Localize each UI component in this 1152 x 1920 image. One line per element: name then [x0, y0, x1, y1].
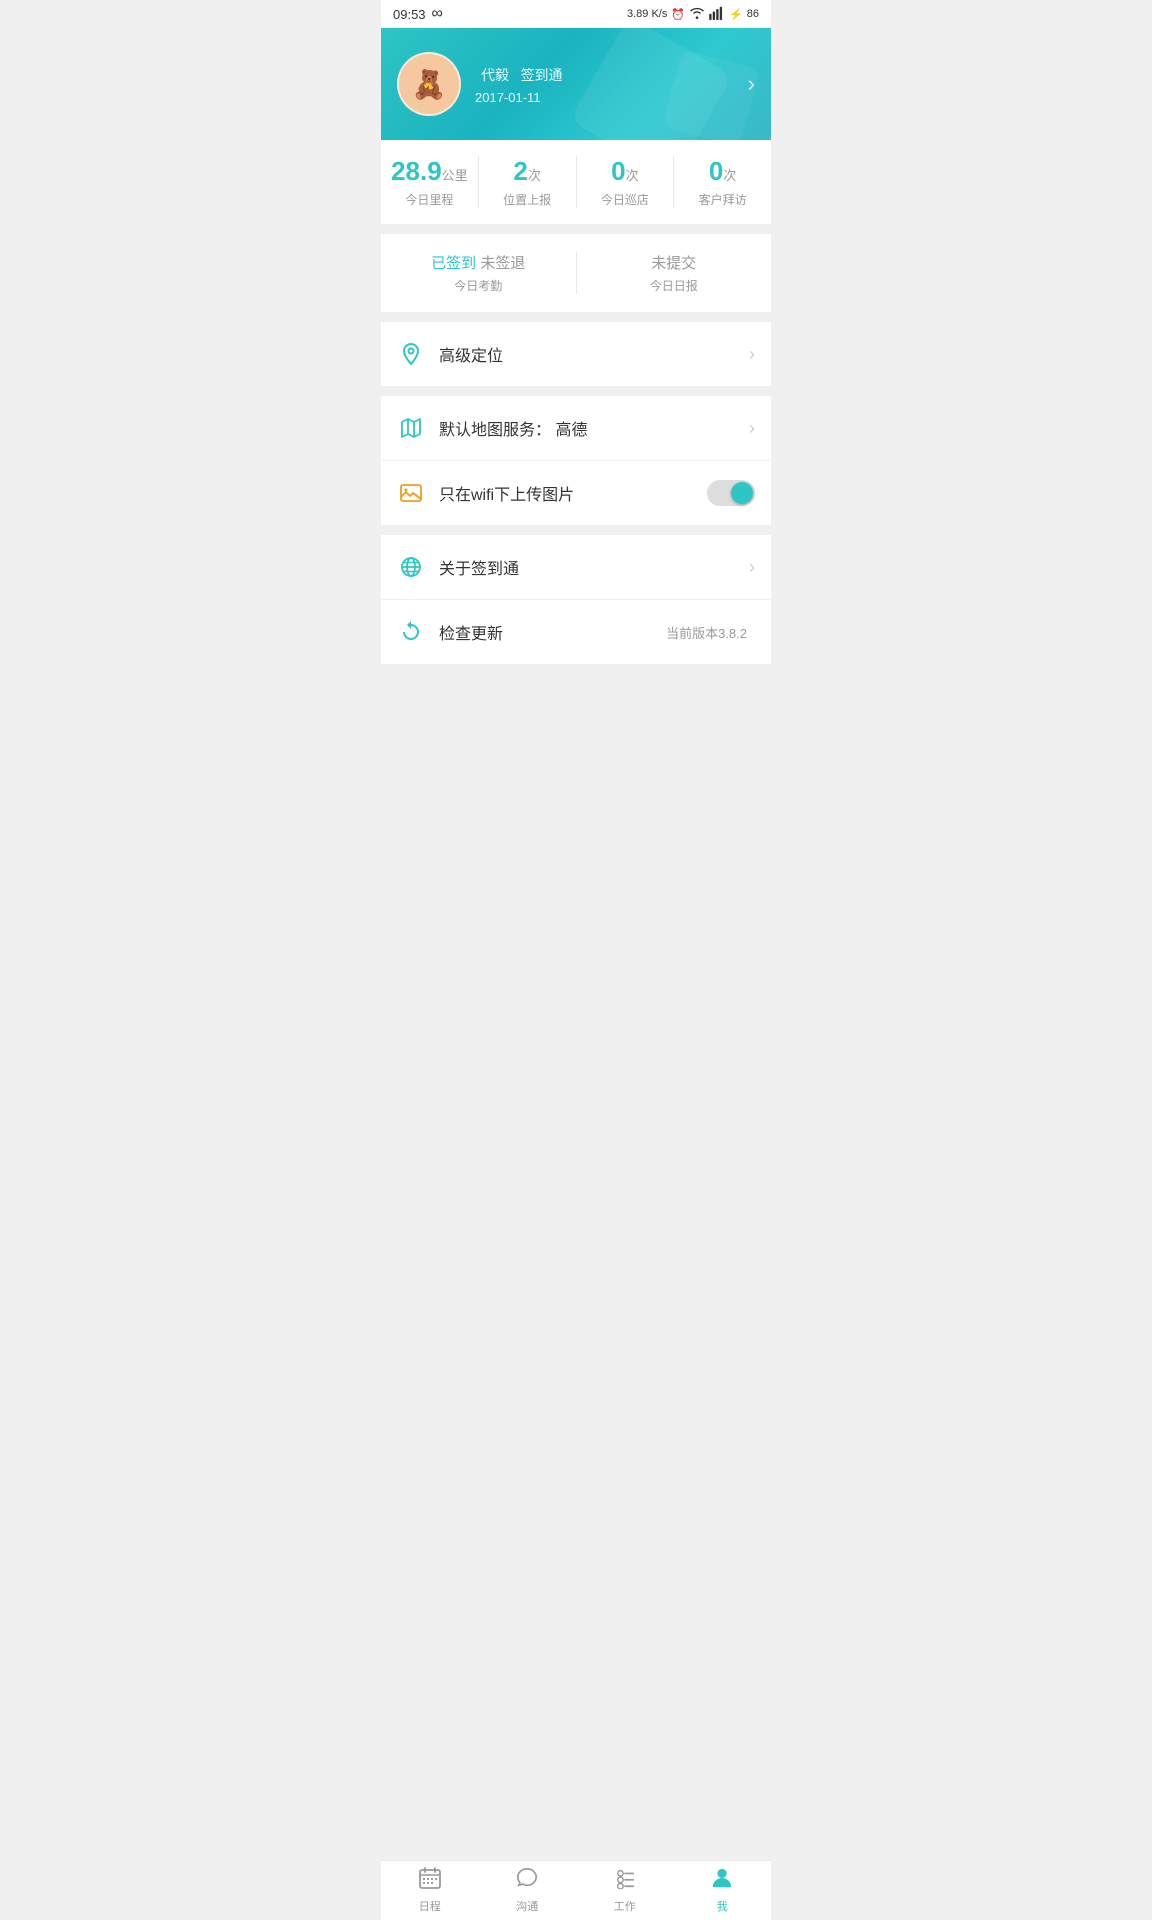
profile-banner[interactable]: 🧸 代毅 签到通 2017-01-11 ›: [381, 28, 771, 140]
location-label: 高级定位: [439, 342, 749, 366]
nav-chat-label: 沟通: [516, 1898, 538, 1914]
attendance-checkin: 已签到 未签退 今日考勤: [381, 252, 577, 294]
stat-location-label: 位置上报: [479, 191, 576, 208]
wifi-upload-toggle[interactable]: [707, 480, 755, 506]
wifi-upload-label: 只在wifi下上传图片: [439, 481, 707, 505]
menu-section-3: 关于签到通 › 检查更新 当前版本3.8.2: [381, 535, 771, 664]
network-speed: 3.89 K/s: [627, 8, 667, 20]
divider-1: [381, 312, 771, 322]
status-left: 09:53 ∞: [393, 5, 443, 23]
chat-icon: [515, 1867, 539, 1895]
profile-date: 2017-01-11: [475, 90, 563, 105]
infinity-icon: ∞: [432, 5, 443, 23]
stats-section: 28.9公里 今日里程 2次 位置上报 0次 今日巡店 0次 客户拜访: [381, 140, 771, 224]
about-label: 关于签到通: [439, 555, 749, 579]
stat-customer-value: 0次: [674, 156, 771, 187]
charge-icon: ⚡: [729, 8, 743, 21]
location-chevron-icon: ›: [749, 344, 755, 365]
stat-location-value: 2次: [479, 156, 576, 187]
stat-store-label: 今日巡店: [577, 191, 674, 208]
map-label: 默认地图服务： 高德: [439, 416, 749, 440]
checkin-status: 已签到 未签退: [381, 252, 576, 273]
globe-icon: [397, 553, 425, 581]
menu-section-2: 默认地图服务： 高德 › 只在wifi下上传图片: [381, 396, 771, 525]
status-time: 09:53: [393, 7, 426, 22]
wifi-icon: [689, 6, 705, 23]
stat-mileage-label: 今日里程: [381, 191, 478, 208]
nav-me-label: 我: [717, 1898, 728, 1914]
update-version: 当前版本3.8.2: [666, 623, 747, 642]
divider-2: [381, 386, 771, 396]
report-label: 今日日报: [577, 277, 772, 294]
report-status: 未提交: [577, 252, 772, 273]
status-right: 3.89 K/s ⏰ ⚡ 86: [627, 6, 759, 23]
stat-location-report: 2次 位置上报: [479, 156, 577, 208]
me-icon: [710, 1867, 734, 1895]
schedule-icon: [418, 1867, 442, 1895]
checkin-label: 今日考勤: [381, 277, 576, 294]
menu-item-map[interactable]: 默认地图服务： 高德 ›: [381, 396, 771, 461]
toggle-thumb: [731, 482, 753, 504]
work-icon: [613, 1867, 637, 1895]
stat-customer-visit: 0次 客户拜访: [674, 156, 771, 208]
nav-schedule-label: 日程: [419, 1898, 441, 1914]
nav-item-work[interactable]: 工作: [576, 1861, 674, 1920]
image-icon: [397, 479, 425, 507]
clock-icon: ⏰: [671, 8, 685, 21]
stat-customer-label: 客户拜访: [674, 191, 771, 208]
menu-item-wifi-upload[interactable]: 只在wifi下上传图片: [381, 461, 771, 525]
avatar-image: 🧸: [412, 68, 447, 101]
nav-work-label: 工作: [614, 1898, 636, 1914]
profile-left: 🧸 代毅 签到通 2017-01-11: [397, 52, 563, 116]
profile-chevron-icon: ›: [748, 71, 755, 97]
nav-item-chat[interactable]: 沟通: [479, 1861, 577, 1920]
menu-item-location[interactable]: 高级定位 ›: [381, 322, 771, 386]
nav-item-me[interactable]: 我: [674, 1861, 772, 1920]
toggle-track: [707, 480, 755, 506]
map-icon: [397, 414, 425, 442]
refresh-icon: [397, 618, 425, 646]
profile-info: 代毅 签到通 2017-01-11: [475, 63, 563, 105]
bottom-nav: 日程 沟通 工作 我: [381, 1860, 771, 1920]
about-chevron-icon: ›: [749, 557, 755, 578]
menu-section-1: 高级定位 ›: [381, 322, 771, 386]
divider-3: [381, 525, 771, 535]
bottom-padding: [381, 664, 771, 734]
menu-item-about[interactable]: 关于签到通 ›: [381, 535, 771, 600]
status-bar: 09:53 ∞ 3.89 K/s ⏰ ⚡ 86: [381, 0, 771, 28]
attendance-section: 已签到 未签退 今日考勤 未提交 今日日报: [381, 234, 771, 312]
menu-item-update[interactable]: 检查更新 当前版本3.8.2: [381, 600, 771, 664]
profile-name: 代毅 签到通: [475, 63, 563, 86]
nav-item-schedule[interactable]: 日程: [381, 1861, 479, 1920]
stat-mileage: 28.9公里 今日里程: [381, 156, 479, 208]
map-chevron-icon: ›: [749, 418, 755, 439]
stat-mileage-value: 28.9公里: [381, 156, 478, 187]
location-icon: [397, 340, 425, 368]
avatar: 🧸: [397, 52, 461, 116]
attendance-report: 未提交 今日日报: [577, 252, 772, 294]
battery-level: 86: [747, 8, 759, 20]
update-label: 检查更新: [439, 620, 666, 644]
signal-icon: [709, 6, 725, 23]
